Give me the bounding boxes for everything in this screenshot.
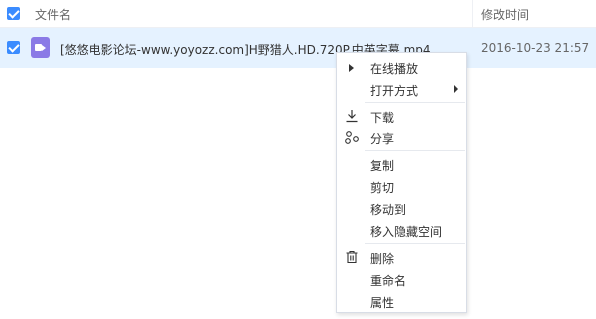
menu-divider bbox=[365, 102, 465, 103]
file-row[interactable]: [悠悠电影论坛-www.yoyozz.com]H野猎人.HD.720P.中英字幕… bbox=[0, 28, 596, 68]
download-icon bbox=[346, 110, 358, 123]
menu-label: 分享 bbox=[370, 132, 395, 146]
column-header-name[interactable]: 文件名 bbox=[35, 6, 71, 23]
menu-item-delete[interactable]: 删除 bbox=[337, 246, 466, 268]
menu-label: 移入隐藏空间 bbox=[370, 225, 443, 239]
row-checkbox[interactable] bbox=[7, 41, 20, 54]
context-menu: 在线播放 打开方式 下载 分享 复制 剪切 移动到 移入隐藏空间 删除 重命名 … bbox=[336, 52, 467, 313]
menu-item-play-online[interactable]: 在线播放 bbox=[337, 56, 466, 78]
file-modified-time: 2016-10-23 21:57 bbox=[481, 41, 590, 55]
menu-label: 下载 bbox=[370, 111, 395, 125]
file-list: 文件名 修改时间 [悠悠电影论坛-www.yoyozz.com]H野猎人.HD.… bbox=[0, 0, 596, 319]
share-icon bbox=[345, 131, 359, 144]
menu-label: 删除 bbox=[370, 252, 395, 266]
menu-label: 打开方式 bbox=[370, 84, 419, 98]
menu-item-copy[interactable]: 复制 bbox=[337, 153, 466, 175]
menu-item-download[interactable]: 下载 bbox=[337, 105, 466, 127]
list-header: 文件名 修改时间 bbox=[0, 0, 596, 28]
menu-item-properties[interactable]: 属性 bbox=[337, 290, 466, 312]
menu-item-move-to-hidden[interactable]: 移入隐藏空间 bbox=[337, 219, 466, 241]
menu-label: 重命名 bbox=[370, 274, 407, 288]
menu-item-rename[interactable]: 重命名 bbox=[337, 268, 466, 290]
menu-item-move-to[interactable]: 移动到 bbox=[337, 197, 466, 219]
trash-icon bbox=[346, 250, 358, 264]
play-icon bbox=[349, 64, 354, 72]
menu-label: 移动到 bbox=[370, 203, 407, 217]
menu-label: 在线播放 bbox=[370, 62, 419, 76]
menu-item-open-with[interactable]: 打开方式 bbox=[337, 78, 466, 100]
menu-label: 属性 bbox=[370, 296, 395, 310]
column-header-modified[interactable]: 修改时间 bbox=[481, 6, 529, 23]
menu-divider bbox=[365, 243, 465, 244]
menu-label: 剪切 bbox=[370, 181, 395, 195]
video-file-icon bbox=[31, 37, 50, 58]
select-all-checkbox[interactable] bbox=[7, 7, 20, 20]
menu-item-cut[interactable]: 剪切 bbox=[337, 175, 466, 197]
column-divider bbox=[472, 0, 473, 28]
menu-item-share[interactable]: 分享 bbox=[337, 126, 466, 148]
menu-label: 复制 bbox=[370, 159, 395, 173]
menu-divider bbox=[365, 150, 465, 151]
submenu-arrow-icon bbox=[454, 85, 458, 93]
